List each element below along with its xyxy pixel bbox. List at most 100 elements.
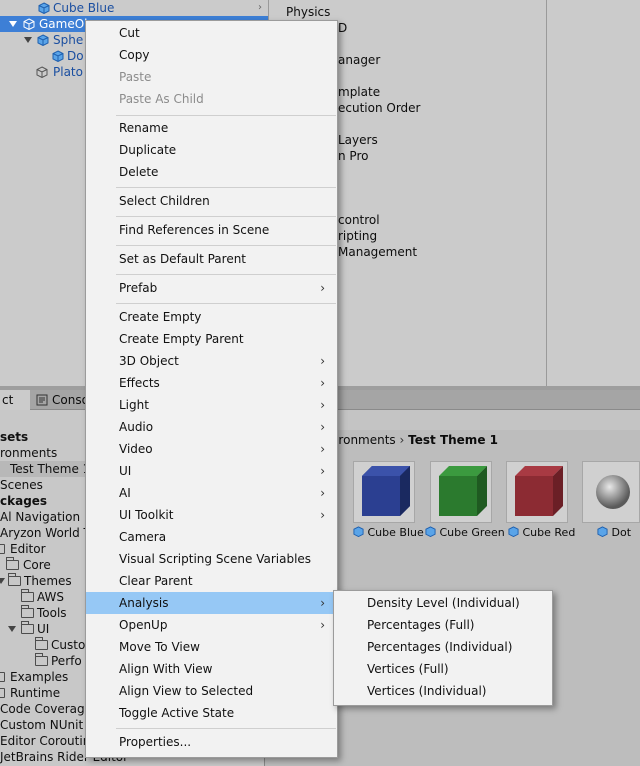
menu-item-label: Create Empty bbox=[119, 310, 202, 324]
menu-item-delete[interactable]: Delete bbox=[86, 161, 337, 183]
expand-arrow-icon[interactable] bbox=[9, 21, 17, 27]
chevron-right-icon[interactable]: › bbox=[252, 0, 268, 16]
menu-separator bbox=[116, 303, 336, 304]
settings-item[interactable]: Physics bbox=[286, 4, 330, 20]
folder-icon bbox=[0, 672, 5, 682]
tree-item-aryzon[interactable]: Aryzon World Th bbox=[0, 525, 98, 541]
expand-arrow-icon[interactable] bbox=[8, 626, 16, 632]
hierarchy-item-label: GameOb bbox=[39, 17, 92, 31]
menu-item-video[interactable]: Video › bbox=[86, 438, 337, 460]
submenu-item-vertices-individual[interactable]: Vertices (Individual) bbox=[334, 680, 552, 702]
tree-item-code-coverage[interactable]: Code Coverage bbox=[0, 701, 92, 717]
menu-item-find-references[interactable]: Find References in Scene bbox=[86, 219, 337, 241]
tree-item-ui[interactable]: UI bbox=[0, 621, 90, 637]
tree-item-environments[interactable]: ronments bbox=[0, 445, 57, 461]
tree-item-packages[interactable]: ckages bbox=[0, 493, 47, 509]
menu-item-audio[interactable]: Audio › bbox=[86, 416, 337, 438]
settings-item[interactable]: n Pro bbox=[338, 148, 368, 164]
settings-item[interactable]: control bbox=[338, 212, 380, 228]
menu-item-duplicate[interactable]: Duplicate bbox=[86, 139, 337, 161]
menu-separator bbox=[116, 274, 336, 275]
menu-item-camera[interactable]: Camera bbox=[86, 526, 337, 548]
asset-thumbnail-cube-blue[interactable] bbox=[353, 461, 415, 523]
menu-item-copy[interactable]: Copy bbox=[86, 44, 337, 66]
menu-item-clear-parent[interactable]: Clear Parent bbox=[86, 570, 337, 592]
hierarchy-item-label: Cube Blue bbox=[53, 1, 115, 15]
menu-item-label: Paste As Child bbox=[119, 92, 204, 106]
asset-thumbnail-cube-green[interactable] bbox=[430, 461, 492, 523]
tree-item-runtime[interactable]: Runtime bbox=[0, 685, 90, 701]
submenu-item-vertices-full[interactable]: Vertices (Full) bbox=[334, 658, 552, 680]
tree-item-editor-coroutine[interactable]: Editor Coroutine bbox=[0, 733, 98, 749]
menu-item-light[interactable]: Light › bbox=[86, 394, 337, 416]
menu-item-select-children[interactable]: Select Children bbox=[86, 190, 337, 212]
chevron-right-icon: › bbox=[320, 376, 325, 390]
tree-item-custom-nunit[interactable]: Custom NUnit bbox=[0, 717, 83, 733]
tree-item-editor[interactable]: Editor bbox=[0, 541, 90, 557]
tree-item-tools[interactable]: Tools bbox=[0, 605, 90, 621]
tree-item-examples[interactable]: Examples bbox=[0, 669, 90, 685]
settings-item[interactable]: ecution Order bbox=[338, 100, 421, 116]
menu-item-visual-scripting-vars[interactable]: Visual Scripting Scene Variables bbox=[86, 548, 337, 570]
folder-icon bbox=[35, 637, 48, 650]
expand-arrow-icon[interactable] bbox=[24, 37, 32, 43]
menu-item-effects[interactable]: Effects › bbox=[86, 372, 337, 394]
settings-item[interactable]: Layers bbox=[338, 132, 378, 148]
chevron-right-icon: › bbox=[320, 486, 325, 500]
tree-item-test-theme[interactable]: Test Theme 1 bbox=[0, 461, 90, 477]
submenu-item-percentages-individual[interactable]: Percentages (Individual) bbox=[334, 636, 552, 658]
expand-arrow-icon[interactable] bbox=[0, 578, 5, 584]
tree-item-aws[interactable]: AWS bbox=[0, 589, 90, 605]
menu-item-3d-object[interactable]: 3D Object › bbox=[86, 350, 337, 372]
menu-item-label: Find References in Scene bbox=[119, 223, 270, 237]
settings-item[interactable]: Management bbox=[338, 244, 417, 260]
cube-red-preview bbox=[515, 466, 563, 516]
tree-item-core[interactable]: Core bbox=[0, 557, 90, 573]
menu-item-create-empty-parent[interactable]: Create Empty Parent bbox=[86, 328, 337, 350]
tree-item-label: UI bbox=[37, 622, 50, 636]
menu-item-label: Move To View bbox=[119, 640, 200, 654]
tree-item-ai-navigation[interactable]: Al Navigation bbox=[0, 509, 80, 525]
tree-item-label: Tools bbox=[37, 606, 67, 620]
settings-item[interactable]: ripting bbox=[338, 228, 377, 244]
breadcrumb-current[interactable]: Test Theme 1 bbox=[408, 433, 498, 447]
tree-item-performance[interactable]: Perfo bbox=[0, 653, 90, 669]
menu-item-analysis[interactable]: Analysis › bbox=[86, 592, 337, 614]
menu-item-ai[interactable]: AI › bbox=[86, 482, 337, 504]
settings-item[interactable]: mplate bbox=[338, 84, 380, 100]
submenu-item-percentages-full[interactable]: Percentages (Full) bbox=[334, 614, 552, 636]
submenu-item-density-level[interactable]: Density Level (Individual) bbox=[334, 592, 552, 614]
menu-item-toggle-active[interactable]: Toggle Active State bbox=[86, 702, 337, 724]
menu-item-cut[interactable]: Cut bbox=[86, 22, 337, 44]
tree-item-label: Perfo bbox=[51, 654, 82, 668]
settings-item[interactable]: anager bbox=[338, 52, 380, 68]
hierarchy-item-cube-blue[interactable]: Cube Blue › bbox=[0, 0, 268, 16]
asset-thumbnail-dot[interactable] bbox=[582, 461, 640, 523]
asset-thumbnail-cube-red[interactable] bbox=[506, 461, 568, 523]
tab-project[interactable]: ct bbox=[0, 390, 30, 410]
menu-item-create-empty[interactable]: Create Empty bbox=[86, 306, 337, 328]
menu-item-ui-toolkit[interactable]: UI Toolkit › bbox=[86, 504, 337, 526]
menu-item-rename[interactable]: Rename bbox=[86, 117, 337, 139]
settings-item[interactable]: D bbox=[338, 20, 347, 36]
menu-item-label: Delete bbox=[119, 165, 159, 179]
menu-item-align-view-to-selected[interactable]: Align View to Selected bbox=[86, 680, 337, 702]
menu-item-set-default-parent[interactable]: Set as Default Parent bbox=[86, 248, 337, 270]
chevron-right-icon: › bbox=[320, 354, 325, 368]
menu-item-align-with-view[interactable]: Align With View bbox=[86, 658, 337, 680]
menu-item-label: 3D Object bbox=[119, 354, 179, 368]
tree-item-assets[interactable]: sets bbox=[0, 429, 28, 445]
tree-item-scenes[interactable]: Scenes bbox=[0, 477, 43, 493]
cube-blue-preview bbox=[362, 466, 410, 516]
tree-item-label: Themes bbox=[24, 574, 72, 588]
menu-item-prefab[interactable]: Prefab › bbox=[86, 277, 337, 299]
breadcrumb-parent[interactable]: vironments bbox=[328, 433, 396, 447]
tree-item-themes[interactable]: Themes bbox=[0, 573, 90, 589]
menu-item-properties[interactable]: Properties... bbox=[86, 731, 337, 753]
menu-item-ui[interactable]: UI › bbox=[86, 460, 337, 482]
menu-item-openup[interactable]: OpenUp › bbox=[86, 614, 337, 636]
breadcrumb-separator-icon: › bbox=[399, 433, 405, 447]
tree-item-custom[interactable]: Custo bbox=[0, 637, 90, 653]
submenu-item-label: Vertices (Individual) bbox=[367, 684, 487, 698]
menu-item-move-to-view[interactable]: Move To View bbox=[86, 636, 337, 658]
